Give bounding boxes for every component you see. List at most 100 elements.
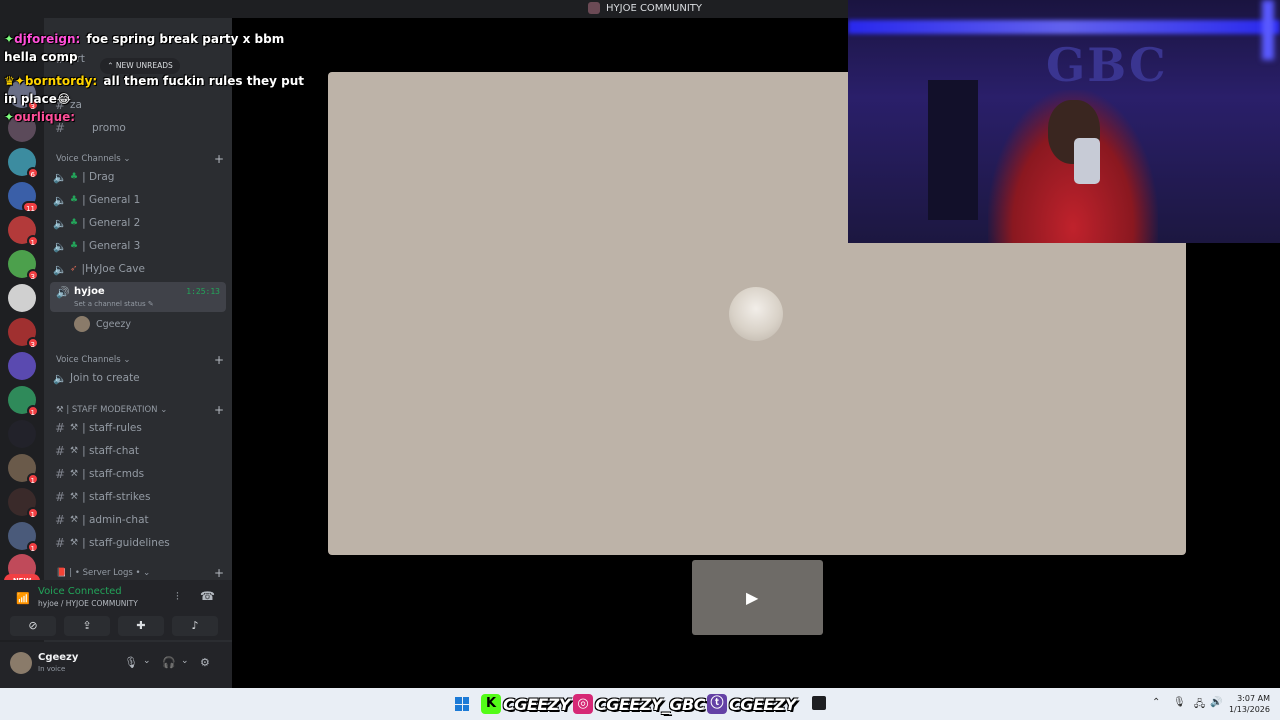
- category-voice-channels-2[interactable]: Voice Channels ⌄ +: [56, 353, 224, 367]
- voice-channel-general-1[interactable]: 🔈 ♣ | General 1: [50, 189, 226, 211]
- stream-chat-overlay: ✦djforeign: foe spring break party x bbm…: [4, 30, 314, 126]
- voice-channel-hyjoe-cave[interactable]: 🔈 ➶ |HyJoe Cave: [50, 258, 226, 280]
- book-icon: 📕: [56, 568, 70, 578]
- speaker-icon: 🔈: [53, 170, 67, 184]
- add-channel-icon[interactable]: +: [214, 152, 224, 166]
- chevron-down-icon[interactable]: ⌄: [181, 656, 189, 666]
- chevron-down-icon: ⌄: [120, 154, 131, 164]
- network-icon[interactable]: 🖧: [1194, 697, 1205, 714]
- clover-icon: ♣: [70, 172, 79, 182]
- voice-channel-drag[interactable]: 🔈 ♣ | Drag: [50, 166, 226, 188]
- taskbar: K CGEEZY ◎ CGEEZY_GBC ⓣ CGEEZY ⌃ 🎙 🖧 🔊 3…: [0, 688, 1280, 720]
- speaker-icon: 🔈: [53, 371, 67, 385]
- avatar: [74, 316, 90, 332]
- avatar[interactable]: [10, 652, 32, 674]
- server-icon[interactable]: 1: [8, 522, 39, 553]
- kick-icon: K: [481, 694, 501, 714]
- server-icon[interactable]: 1: [8, 488, 39, 519]
- toggle-camera-button[interactable]: ⊘: [10, 616, 56, 636]
- signal-icon[interactable]: 📶: [16, 592, 30, 605]
- hash-icon: #: [54, 444, 66, 458]
- category-voice-channels[interactable]: Voice Channels ⌄ +: [56, 152, 224, 166]
- hammer-icon: ⚒: [56, 405, 67, 415]
- kick-handle: K CGEEZY: [481, 693, 570, 715]
- text-channel-staff-chat[interactable]: # ⚒ | staff-chat: [50, 440, 226, 462]
- text-channel-staff-rules[interactable]: # ⚒ | staff-rules: [50, 417, 226, 439]
- rocket-icon: ➶: [70, 264, 78, 274]
- chat-username: djforeign:: [14, 32, 81, 46]
- share-screen-button[interactable]: ⇪: [64, 616, 110, 636]
- unread-badge: 1: [26, 507, 39, 519]
- user-panel: Cgeezy In voice 🎙 ⌄ 🎧 ⌄ ⚙: [0, 642, 232, 688]
- hammer-icon: ⚒: [70, 446, 79, 456]
- category-staff-moderation[interactable]: ⚒ | STAFF MODERATION ⌄ +: [56, 403, 224, 417]
- unread-badge: 1: [26, 541, 39, 553]
- unread-badge: 6: [26, 167, 39, 179]
- server-icon[interactable]: [8, 284, 36, 312]
- microphone-icon[interactable]: 🎙: [124, 656, 138, 669]
- hash-icon: #: [54, 490, 66, 504]
- server-icon[interactable]: [8, 352, 36, 380]
- windows-start-icon[interactable]: [455, 697, 469, 711]
- noise-suppression-icon[interactable]: ⫶: [176, 590, 179, 604]
- server-icon[interactable]: 1: [8, 454, 39, 485]
- activities-button[interactable]: ✚: [118, 616, 164, 636]
- chevron-down-icon: ⌄: [157, 405, 168, 415]
- add-channel-icon[interactable]: +: [214, 353, 224, 367]
- camera-icon: ▶: [746, 588, 759, 607]
- channel-label: | admin-chat: [82, 514, 149, 526]
- category-server-logs[interactable]: 📕 | • Server Logs • ⌄ +: [56, 566, 224, 580]
- hammer-icon: ⚒: [70, 538, 79, 548]
- text-channel-staff-guidelines[interactable]: # ⚒ | staff-guidelines: [50, 532, 226, 554]
- text-channel-staff-strikes[interactable]: # ⚒ | staff-strikes: [50, 486, 226, 508]
- hash-icon: #: [54, 513, 66, 527]
- server-icon[interactable]: 1: [8, 216, 39, 247]
- speaker-icon: 🔊: [56, 286, 70, 299]
- voice-location[interactable]: hyjoe / HYJOE COMMUNITY: [38, 599, 138, 608]
- channel-status-prompt[interactable]: Set a channel status ✎: [74, 300, 154, 308]
- volume-icon[interactable]: 🔊: [1210, 697, 1222, 708]
- microphone-icon[interactable]: 🎙: [1173, 697, 1186, 708]
- chat-message: ✦djforeign: foe spring break party x bbm…: [4, 30, 314, 66]
- server-icon[interactable]: [8, 420, 36, 448]
- category-label: | • Server Logs •: [69, 568, 141, 578]
- add-channel-icon[interactable]: +: [214, 566, 224, 580]
- self-video-preview[interactable]: ▶: [692, 560, 823, 635]
- chevron-down-icon: ⌄: [120, 355, 131, 365]
- add-channel-icon[interactable]: +: [214, 403, 224, 417]
- chat-username: ourlique:: [14, 110, 76, 124]
- category-label: | STAFF MODERATION: [66, 405, 158, 415]
- voice-status[interactable]: Voice Connected: [38, 586, 122, 597]
- chat-message: ♛✦borntordy: all them fuckin rules they …: [4, 72, 314, 108]
- app-icon[interactable]: [812, 696, 826, 710]
- shelf: [928, 80, 978, 220]
- voice-channel-join-to-create[interactable]: 🔈 Join to create: [50, 367, 226, 389]
- server-logo-icon: [588, 2, 600, 14]
- voice-channel-general-2[interactable]: 🔈 ♣ | General 2: [50, 212, 226, 234]
- text-channel-admin-chat[interactable]: # ⚒ | admin-chat: [50, 509, 226, 531]
- chevron-down-icon[interactable]: ⌄: [143, 656, 151, 666]
- screen-share-icon: ⇪: [82, 619, 92, 632]
- server-icon[interactable]: 6: [8, 148, 39, 179]
- activities-icon: ✚: [136, 619, 146, 632]
- clock-time: 3:07 AM: [1237, 694, 1270, 703]
- instagram-handle-text: CGEEZY_GBC: [595, 694, 706, 714]
- speaker-icon: 🔈: [53, 239, 67, 253]
- server-icon[interactable]: 1: [8, 386, 39, 417]
- gear-icon[interactable]: ⚙: [200, 656, 210, 669]
- led-strip: [1262, 0, 1274, 60]
- server-icon[interactable]: 3: [8, 250, 39, 281]
- server-icon[interactable]: 3: [8, 318, 39, 349]
- soundboard-icon: ♪: [191, 619, 199, 632]
- system-clock[interactable]: 3:07 AM 1/13/2026: [1229, 693, 1270, 715]
- server-icon[interactable]: 11: [8, 182, 39, 213]
- headphones-icon[interactable]: 🎧: [162, 656, 176, 669]
- soundboard-button[interactable]: ♪: [172, 616, 218, 636]
- voice-channel-general-3[interactable]: 🔈 ♣ | General 3: [50, 235, 226, 257]
- voice-participant[interactable]: Cgeezy: [74, 316, 131, 332]
- disconnect-icon[interactable]: ☎: [200, 589, 215, 603]
- text-channel-staff-cmds[interactable]: # ⚒ | staff-cmds: [50, 463, 226, 485]
- chevron-up-icon[interactable]: ⌃: [1152, 697, 1160, 708]
- username[interactable]: Cgeezy: [38, 652, 78, 663]
- active-voice-channel[interactable]: 🔊 hyjoe 1:25:13 Set a channel status ✎: [50, 282, 226, 312]
